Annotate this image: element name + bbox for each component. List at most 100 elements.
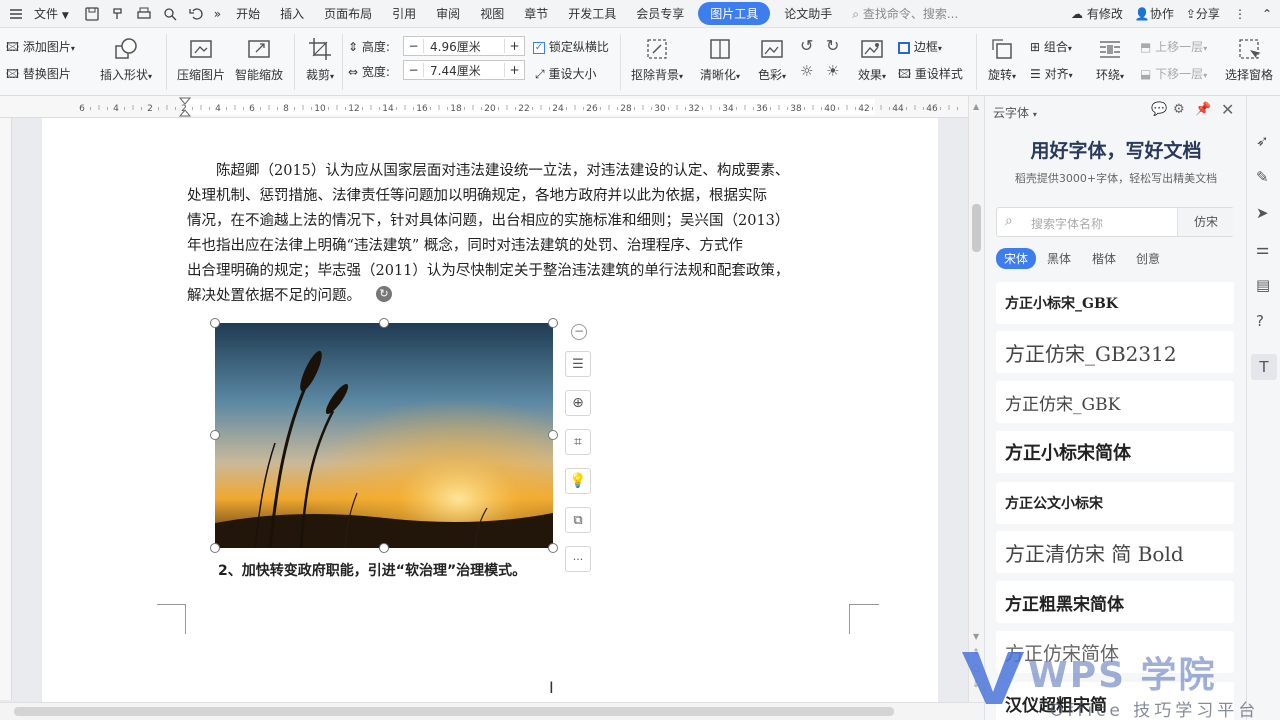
scroll-thumb[interactable] <box>972 204 981 252</box>
font-item[interactable]: 方正仿宋简体 <box>996 631 1234 673</box>
file-menu[interactable]: 文件 ▼ <box>34 5 79 22</box>
help-icon[interactable]: ? <box>1256 312 1274 330</box>
document-page[interactable]: 陈超卿（2015）认为应从国家层面对违法建设统一立法，对违法建设的认定、构成要素… <box>42 118 938 702</box>
font-item[interactable]: 方正公文小标宋 <box>996 482 1234 524</box>
select-pane-button[interactable]: 选择窗格 <box>1222 36 1276 83</box>
add-picture-button[interactable]: 🖾 添加图片▾ <box>6 38 75 59</box>
category-kaiti[interactable]: 楷体 <box>1092 250 1116 267</box>
picture-to-text-button[interactable]: ⧉ <box>565 507 591 533</box>
category-creative[interactable]: 创意 <box>1136 250 1160 267</box>
remove-background-button[interactable]: 抠除背景▾ <box>628 36 686 83</box>
border-button[interactable]: 边框▾ <box>898 38 942 55</box>
font-item[interactable]: 方正小标宋简体 <box>996 431 1234 473</box>
replace-picture-button[interactable]: 🖾 替换图片 <box>6 65 71 86</box>
text-font-icon[interactable]: T <box>1251 354 1277 380</box>
resize-handle-nw[interactable] <box>210 318 220 328</box>
contrast-icon[interactable]: ☀ <box>826 62 839 80</box>
print-icon[interactable] <box>131 6 157 22</box>
font-item[interactable]: 汉仪超粗宋简 <box>996 682 1234 720</box>
tab-paper-assistant[interactable]: 论文助手 <box>774 5 842 22</box>
font-item[interactable]: 方正清仿宋 简 Bold <box>996 531 1234 573</box>
reset-size-button[interactable]: ⤢ 重设大小 <box>535 65 596 82</box>
height-spinner[interactable]: − 4.96厘米 + <box>403 36 525 56</box>
cursor-icon[interactable]: ➤ <box>1256 204 1274 222</box>
preview-icon[interactable] <box>157 6 183 22</box>
width-value[interactable]: 7.44厘米 <box>424 62 504 79</box>
collapse-ribbon-icon[interactable]: ⌃ <box>1254 7 1280 21</box>
rotate-left-icon[interactable]: ↺ <box>800 36 813 55</box>
font-item[interactable]: 方正仿宋_GB2312 <box>996 331 1234 373</box>
document-area[interactable]: 陈超卿（2015）认为应从国家层面对违法建设统一立法，对违法建设的认定、构成要素… <box>12 118 968 702</box>
compress-picture-button[interactable]: 压缩图片 <box>174 36 228 83</box>
horizontal-scrollbar[interactable] <box>0 702 984 720</box>
tab-review[interactable]: 审阅 <box>426 5 470 22</box>
font-item[interactable]: 方正小标宋_GBK <box>996 282 1234 324</box>
gear-icon[interactable]: ⚙ <box>1173 102 1185 117</box>
paragraph-body[interactable]: 陈超卿（2015）认为应从国家层面对违法建设统一立法，对违法建设的认定、构成要素… <box>187 159 857 309</box>
resize-handle-s[interactable] <box>379 543 389 553</box>
sliders-icon[interactable]: ⚌ <box>1256 240 1274 258</box>
crop-button[interactable]: 裁剪▾ <box>300 36 340 83</box>
group-button[interactable]: ⊞ 组合▾ <box>1030 38 1072 55</box>
height-decrease-button[interactable]: − <box>404 39 424 53</box>
prev-page-icon[interactable]: ⇑ <box>972 648 980 658</box>
tab-member[interactable]: 会员专享 <box>626 5 694 22</box>
tab-section[interactable]: 章节 <box>514 5 558 22</box>
bring-forward-button[interactable]: ⬒ 上移一层▾ <box>1140 38 1207 55</box>
rotate-button[interactable]: 旋转▾ <box>982 36 1022 83</box>
more-icon[interactable]: » <box>209 7 226 21</box>
category-heiti[interactable]: 黑体 <box>1047 250 1071 267</box>
close-icon[interactable]: ✕ <box>1221 100 1234 119</box>
menu-icon[interactable] <box>0 6 34 22</box>
resize-handle-w[interactable] <box>210 430 220 440</box>
font-item[interactable]: 方正粗黑宋简体 <box>996 581 1234 623</box>
font-search-input[interactable]: 搜索字体名称 <box>1031 215 1103 232</box>
command-search[interactable]: ⌕ 查找命令、搜索... <box>842 5 968 22</box>
wheat-sunset-picture[interactable] <box>215 323 553 548</box>
font-item[interactable]: 方正仿宋_GBK <box>996 381 1234 423</box>
wrap-button[interactable]: 环绕▾ <box>1090 36 1130 83</box>
sharpen-button[interactable]: 清晰化▾ <box>694 36 746 83</box>
tab-insert[interactable]: 插入 <box>270 5 314 22</box>
pin-icon[interactable]: 📌 <box>1195 102 1211 117</box>
resize-handle-sw[interactable] <box>210 543 220 553</box>
reset-style-button[interactable]: 🖾 重设样式 <box>898 65 963 86</box>
effects-button[interactable]: 效果▾ <box>852 36 892 83</box>
tab-developer[interactable]: 开发工具 <box>558 5 626 22</box>
save-icon[interactable] <box>79 6 105 22</box>
collaborate-button[interactable]: 👤协作 <box>1129 5 1180 22</box>
width-spinner[interactable]: − 7.44厘米 + <box>403 60 525 80</box>
smart-scale-button[interactable]: 智能缩放 <box>232 36 286 83</box>
scroll-up-icon[interactable]: ▲ <box>973 102 979 111</box>
archive-icon[interactable]: ▤ <box>1256 276 1274 294</box>
panel-title[interactable]: 云字体 ▾ <box>993 104 1037 121</box>
tab-start[interactable]: 开始 <box>226 5 270 22</box>
tab-picture-tools[interactable]: 图片工具 <box>698 2 771 25</box>
height-increase-button[interactable]: + <box>504 39 524 53</box>
resize-handle-se[interactable] <box>548 543 558 553</box>
rocket-icon[interactable]: ➶ <box>1256 132 1274 150</box>
align-button[interactable]: ☰ 对齐▾ <box>1030 65 1073 82</box>
heading-2[interactable]: 2、加快转变政府职能，引进“软治理”治理模式。 <box>218 559 888 584</box>
hscroll-thumb[interactable] <box>14 707 894 716</box>
resize-handle-e[interactable] <box>548 430 558 440</box>
brightness-icon[interactable]: ☼ <box>800 62 813 80</box>
send-backward-button[interactable]: ⬓ 下移一层▾ <box>1140 65 1207 82</box>
resize-handle-n[interactable] <box>379 318 389 328</box>
rotate-handle-icon[interactable]: ↻ <box>376 286 392 302</box>
tab-references[interactable]: 引用 <box>382 5 426 22</box>
insert-shape-button[interactable]: 插入形状▾ <box>96 36 156 83</box>
layout-options-button[interactable]: ☰ <box>565 351 591 377</box>
category-songti[interactable]: 宋体 <box>996 248 1037 269</box>
share-button[interactable]: ⇪分享 <box>1180 5 1226 22</box>
more-options-icon[interactable]: ⋮ <box>1226 7 1254 21</box>
zoom-picture-button[interactable]: ⊕ <box>565 390 591 416</box>
collapse-icon[interactable]: − <box>571 324 587 340</box>
horizontal-ruler[interactable]: 6 4 2 2 4 6 8 10 12 14 16 18 20 22 24 26 28 30 32 34 36 38 40 4… <box>0 96 982 118</box>
lock-ratio-checkbox[interactable]: ✓ 锁定纵横比 <box>533 38 609 55</box>
vertical-ruler[interactable] <box>0 118 12 700</box>
font-preview-text[interactable]: 仿宋 <box>1177 208 1234 236</box>
smart-tips-button[interactable]: 💡 <box>565 468 591 494</box>
format-painter-icon[interactable] <box>105 6 131 22</box>
tab-view[interactable]: 视图 <box>470 5 514 22</box>
